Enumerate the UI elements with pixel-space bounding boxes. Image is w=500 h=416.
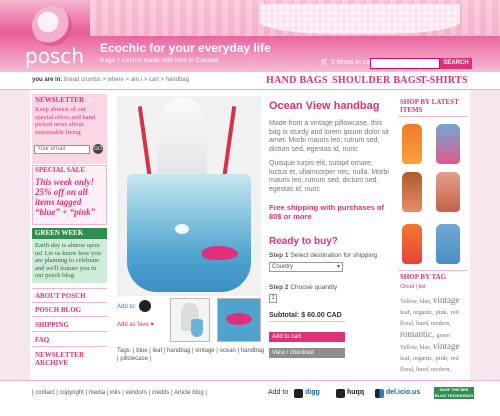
search-button[interactable]: SEARCH (440, 58, 472, 69)
tag-link[interactable]: pink, (436, 355, 451, 362)
latest-item-bag-blue[interactable] (436, 224, 460, 264)
search-input[interactable] (370, 58, 440, 69)
latest-item-bag-red[interactable] (436, 172, 460, 212)
sidebar-link-faq[interactable]: FAQ (35, 336, 49, 344)
tag-link[interactable]: leaf, (400, 355, 413, 362)
delicious-icon[interactable] (375, 389, 384, 398)
tag-link[interactable]: organic, (413, 355, 436, 362)
step-1-label: Step 1 Select destination for shipping (269, 252, 378, 259)
huqq-icon[interactable] (336, 389, 345, 398)
nav-hand-bags[interactable]: HAND BAGS (266, 75, 328, 86)
product-description: Made from a vintage pillowcase, this bag… (269, 120, 389, 193)
breadcrumb-path[interactable]: bread crumbs > where > am i > cart > han… (64, 77, 189, 83)
footer-links[interactable]: | contact | copyright | media | inks | v… (32, 390, 207, 396)
tag-link[interactable]: blue, (420, 345, 433, 351)
green-week-title: GREEN WEEK (32, 228, 107, 239)
tag-link[interactable]: lined, (416, 367, 431, 373)
tag-link[interactable]: red (450, 355, 458, 362)
footer (0, 380, 500, 416)
chevron-down-icon: ▾ (336, 264, 340, 270)
tag-link[interactable]: Yellow, (400, 345, 420, 351)
tag-link[interactable]: green (437, 333, 450, 339)
subtitle: Bags + t-shirts made with love in Canada (100, 57, 219, 64)
tag-link[interactable]: leaf, (400, 309, 413, 316)
product-title: Ocean View handbag (269, 100, 380, 112)
add-to-label: Add to: (117, 304, 137, 310)
free-shipping-notice: Free shipping with purchases of 80$ or m… (269, 203, 385, 221)
shop-latest-title: SHOP BY LATEST ITEMS (400, 98, 459, 114)
tagline: Ecochic for your everyday life (100, 41, 271, 55)
add-to-cart-button[interactable]: Add to cart (269, 332, 345, 342)
ready-to-buy-heading: Ready to buy? (269, 236, 338, 247)
cart-count: 3 items in cart (330, 59, 375, 66)
product-thumbnail-2[interactable] (217, 298, 261, 342)
product-tags[interactable]: Tags: | blue | leaf | handbag | vintage … (117, 348, 267, 363)
heart-icon: ♥ (150, 322, 154, 328)
product-thumbnail-1[interactable] (170, 298, 210, 342)
tag-link[interactable]: blue, (420, 299, 433, 305)
special-sale-title: SPECIAL SALE (35, 166, 85, 174)
newsletter-title: NEWSLETTER (35, 96, 85, 104)
breadcrumb: you are in: bread crumbs > where > am i … (32, 77, 189, 83)
green-week-text: Earth day is almost upon us! Let us know… (35, 242, 101, 279)
bird-print (202, 246, 238, 260)
tag-link[interactable]: lined, (416, 321, 431, 327)
tag-link[interactable]: pink, (436, 309, 451, 316)
view-checkout-button[interactable]: View / checkout (269, 348, 345, 358)
logo[interactable]: posch (25, 44, 84, 68)
sidebar-link-about[interactable]: ABOUT POSCH (35, 292, 86, 300)
tag-link[interactable]: Yellow, (400, 299, 420, 305)
tag-link[interactable]: vintage (433, 341, 460, 351)
tag-cloud: Yellow, blue, vintage leaf, organic, pin… (400, 295, 466, 375)
delicious-link[interactable]: del.icio.us (386, 389, 420, 396)
product-image[interactable] (117, 96, 261, 296)
breadcrumb-label: you are in: (32, 77, 63, 83)
tag-link[interactable]: modern, (431, 321, 451, 327)
sidebar-link-shipping[interactable]: SHIPPING (35, 321, 69, 329)
nav-t-shirts[interactable]: T-SHIRTS (420, 75, 468, 86)
country-select[interactable]: Country ▾ (269, 262, 343, 272)
tag-link[interactable]: red (450, 309, 458, 316)
digg-icon[interactable] (294, 389, 303, 398)
add-as-fave-link[interactable]: Add as fave ♥ (117, 322, 154, 328)
digg-link[interactable]: digg (305, 389, 320, 396)
shop-by-tag-title: SHOP BY TAG (400, 273, 447, 281)
latest-item-tshirt-orange[interactable] (402, 124, 422, 164)
footer-add-to-label: Add to (268, 389, 289, 396)
go-button[interactable]: GO (93, 144, 103, 154)
technorati-badge[interactable]: SAVE THE BEE BLOG TECHNORATI (434, 387, 474, 399)
huqq-link[interactable]: huqq (347, 389, 364, 396)
latest-item-bag-brown[interactable] (402, 172, 422, 212)
newsletter-text: Keep abreast of our special offers and h… (35, 106, 95, 136)
tag-link[interactable]: organic, (413, 309, 436, 316)
logo-emblem (32, 6, 72, 46)
special-sale-text: This week only! 25% off on all items tag… (35, 177, 96, 217)
nav-shoulder-bags[interactable]: SHOULDER BAGS (332, 75, 422, 86)
digg-icon[interactable] (139, 300, 151, 312)
tag-link[interactable]: vintage (433, 295, 460, 305)
tag-view-toggle[interactable]: Cloud | list (400, 284, 426, 290)
tag-link[interactable]: modern, (431, 367, 451, 373)
cart-link[interactable]: 🛒︎ 3 items in cart (320, 58, 374, 66)
cart-icon: 🛒︎ (320, 59, 331, 66)
latest-item-tshirt-red[interactable] (402, 224, 422, 264)
email-field[interactable]: Your email (34, 145, 90, 154)
step-2-label: Step 2 Choose quantity (269, 284, 338, 291)
tag-link[interactable]: floral, (400, 321, 416, 327)
tag-link[interactable]: romantic, (400, 329, 437, 339)
tag-link[interactable]: floral, (400, 367, 416, 373)
sidebar-link-newsletter-archive[interactable]: NEWSLETTER ARCHIVE (35, 351, 107, 367)
latest-item-bag-floral[interactable] (436, 124, 460, 164)
sidebar-link-blog[interactable]: POSCH BLOG (35, 306, 81, 314)
quantity-field[interactable]: 1 (269, 294, 277, 303)
subtotal: Subtotal: $ 60.00 CAD (269, 312, 345, 322)
